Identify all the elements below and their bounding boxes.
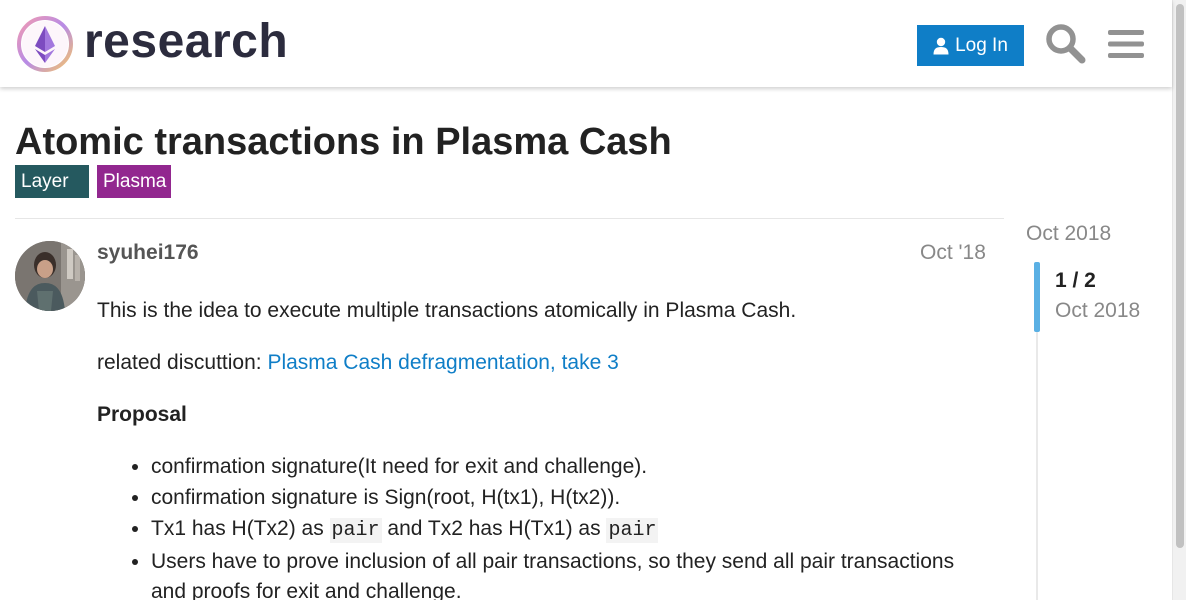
inline-code: pair [606, 518, 659, 543]
user-icon [933, 37, 949, 54]
research-logo-icon[interactable] [16, 15, 74, 73]
inline-code: pair [329, 518, 382, 543]
timeline-current-date: Oct 2018 [1055, 299, 1141, 322]
post-body: This is the idea to execute multiple tra… [97, 296, 992, 600]
post-username[interactable]: syuhei176 [97, 240, 199, 266]
tag-plasma[interactable]: Plasma [97, 165, 171, 198]
timeline-handle[interactable] [1034, 262, 1040, 332]
site-header: research Log In [0, 0, 1172, 87]
timeline-position: 1 / 2 [1055, 269, 1096, 292]
hamburger-menu-icon[interactable] [1106, 26, 1146, 62]
proposal-list: confirmation signature(It need for exit … [97, 452, 992, 600]
list-item: Users have to prove inclusion of all pai… [151, 547, 992, 600]
related-paragraph: related discuttion: Plasma Cash defragme… [97, 348, 992, 377]
post-date[interactable]: Oct '18 [920, 240, 986, 266]
scrollbar-thumb[interactable] [1176, 4, 1184, 548]
post-intro: This is the idea to execute multiple tra… [97, 299, 797, 322]
related-prefix: related discuttion: [97, 351, 268, 374]
login-button[interactable]: Log In [917, 25, 1024, 66]
list-item-text: and Tx2 has H(Tx1) as [381, 517, 607, 540]
avatar-photo [15, 241, 85, 311]
tag-layer-2[interactable]: Layer 2 [15, 165, 89, 225]
list-item-text: Tx1 has H(Tx2) as [151, 517, 330, 540]
list-item: confirmation signature(It need for exit … [151, 452, 992, 482]
proposal-heading-text: Proposal [97, 403, 187, 426]
related-topic-link[interactable]: Plasma Cash defragmentation, take 3 [267, 351, 618, 374]
list-item: confirmation signature is Sign(root, H(t… [151, 483, 992, 513]
site-title[interactable]: research [84, 14, 288, 70]
search-icon[interactable] [1044, 22, 1086, 64]
topic-title[interactable]: Atomic transactions in Plasma Cash [15, 120, 672, 164]
login-label: Log In [955, 34, 1008, 56]
page-scrollbar[interactable] [1172, 0, 1186, 600]
avatar[interactable] [15, 241, 85, 311]
title-divider [15, 218, 1004, 219]
list-item: Tx1 has H(Tx2) as pair and Tx2 has H(Tx1… [151, 514, 992, 546]
timeline-start-date[interactable]: Oct 2018 [1026, 221, 1111, 247]
proposal-heading: Proposal [97, 400, 992, 429]
